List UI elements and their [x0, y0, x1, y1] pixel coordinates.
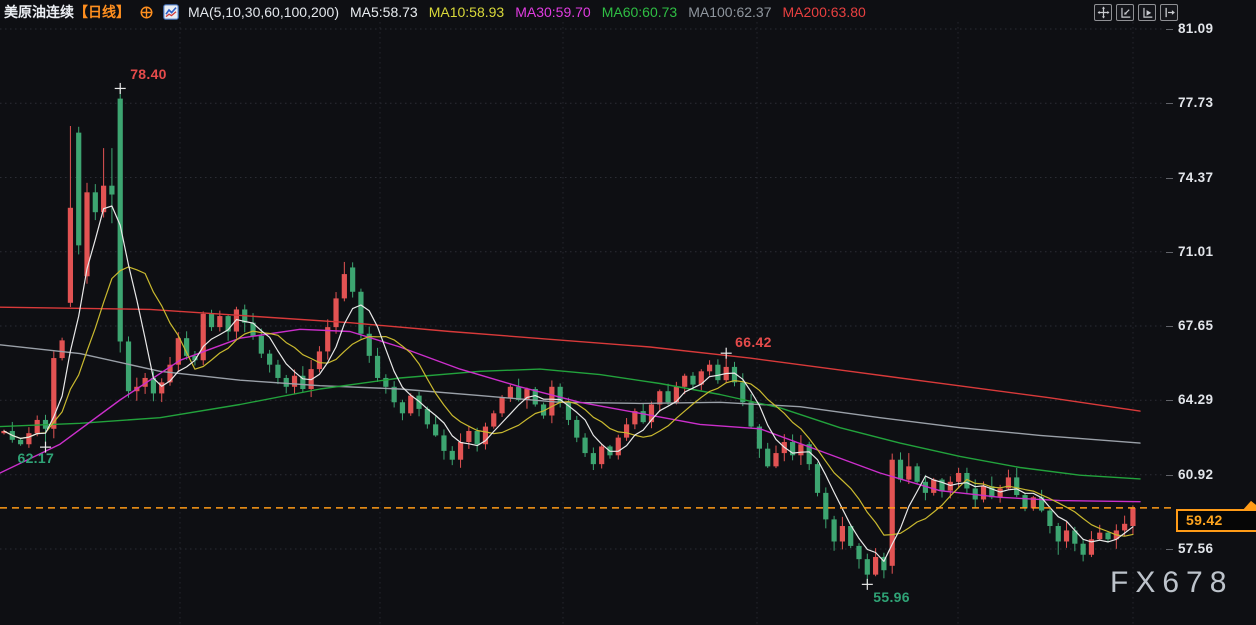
symbol-title: 美原油连续	[4, 3, 74, 21]
ma60-value: MA60:60.73	[602, 3, 678, 21]
y-axis-tick	[1166, 252, 1173, 253]
kline-chart-icon	[163, 4, 179, 20]
y-axis-label: 64.29	[1178, 392, 1250, 407]
ma30-value: MA30:59.70	[515, 3, 591, 21]
ma-params-label: MA(5,10,30,60,100,200)	[188, 3, 339, 21]
y-axis-label: 74.37	[1178, 170, 1250, 185]
ma10-value: MA10:58.93	[429, 3, 505, 21]
circle-cross-icon	[139, 5, 154, 20]
high-price-annotation: 78.40	[130, 66, 167, 82]
ma5-value: MA5:58.73	[350, 3, 418, 21]
exit-chart-button[interactable]	[1160, 4, 1178, 21]
ma100-value: MA100:62.37	[688, 3, 771, 21]
y-axis-tick	[1166, 178, 1173, 179]
ma200-value: MA200:63.80	[783, 3, 866, 21]
y-axis-tick	[1166, 29, 1173, 30]
trading-chart-window: 美原油连续【日线】 MA(5,10,30,60,100,200) MA5:58.…	[0, 0, 1256, 625]
exit-right-icon	[1163, 6, 1176, 19]
candles-layer	[1, 88, 1135, 584]
y-axis-tick	[1166, 475, 1173, 476]
y-axis-tick	[1166, 549, 1173, 550]
y-axis-label: 57.56	[1178, 541, 1250, 556]
target-button[interactable]	[139, 5, 154, 20]
y-axis-label: 77.73	[1178, 95, 1250, 110]
chart-type-button[interactable]	[163, 4, 179, 20]
y-axis-label: 81.09	[1178, 21, 1250, 36]
y-axis-tick	[1166, 400, 1173, 401]
pan-tool-button[interactable]	[1094, 4, 1112, 21]
y-axis-label: 60.92	[1178, 467, 1250, 482]
scale-axis-left-icon	[1119, 6, 1132, 19]
y-axis-tick	[1166, 326, 1173, 327]
low-price-annotation: 62.17	[18, 450, 55, 466]
watermark: FX678	[1110, 566, 1233, 600]
high-price-annotation: 66.42	[735, 334, 772, 350]
y-axis-label: 71.01	[1178, 244, 1250, 259]
scale-axis-play-icon	[1141, 6, 1154, 19]
price-chart-canvas[interactable]	[0, 0, 1256, 625]
autoplay-button[interactable]	[1138, 4, 1156, 21]
period-tag[interactable]: 【日线】	[74, 3, 130, 21]
pan-move-icon	[1097, 6, 1110, 19]
chart-legend: 美原油连续【日线】 MA(5,10,30,60,100,200) MA5:58.…	[4, 3, 866, 21]
current-price-value: 59.42	[1186, 512, 1223, 528]
y-axis-tick	[1166, 103, 1173, 104]
current-price-label: 59.42	[1176, 509, 1256, 532]
low-price-annotation: 55.96	[873, 589, 910, 605]
y-axis-label: 67.65	[1178, 318, 1250, 333]
chart-toolbar	[1094, 4, 1178, 21]
grid-layer	[0, 22, 1163, 625]
scale-axis-button[interactable]	[1116, 4, 1134, 21]
